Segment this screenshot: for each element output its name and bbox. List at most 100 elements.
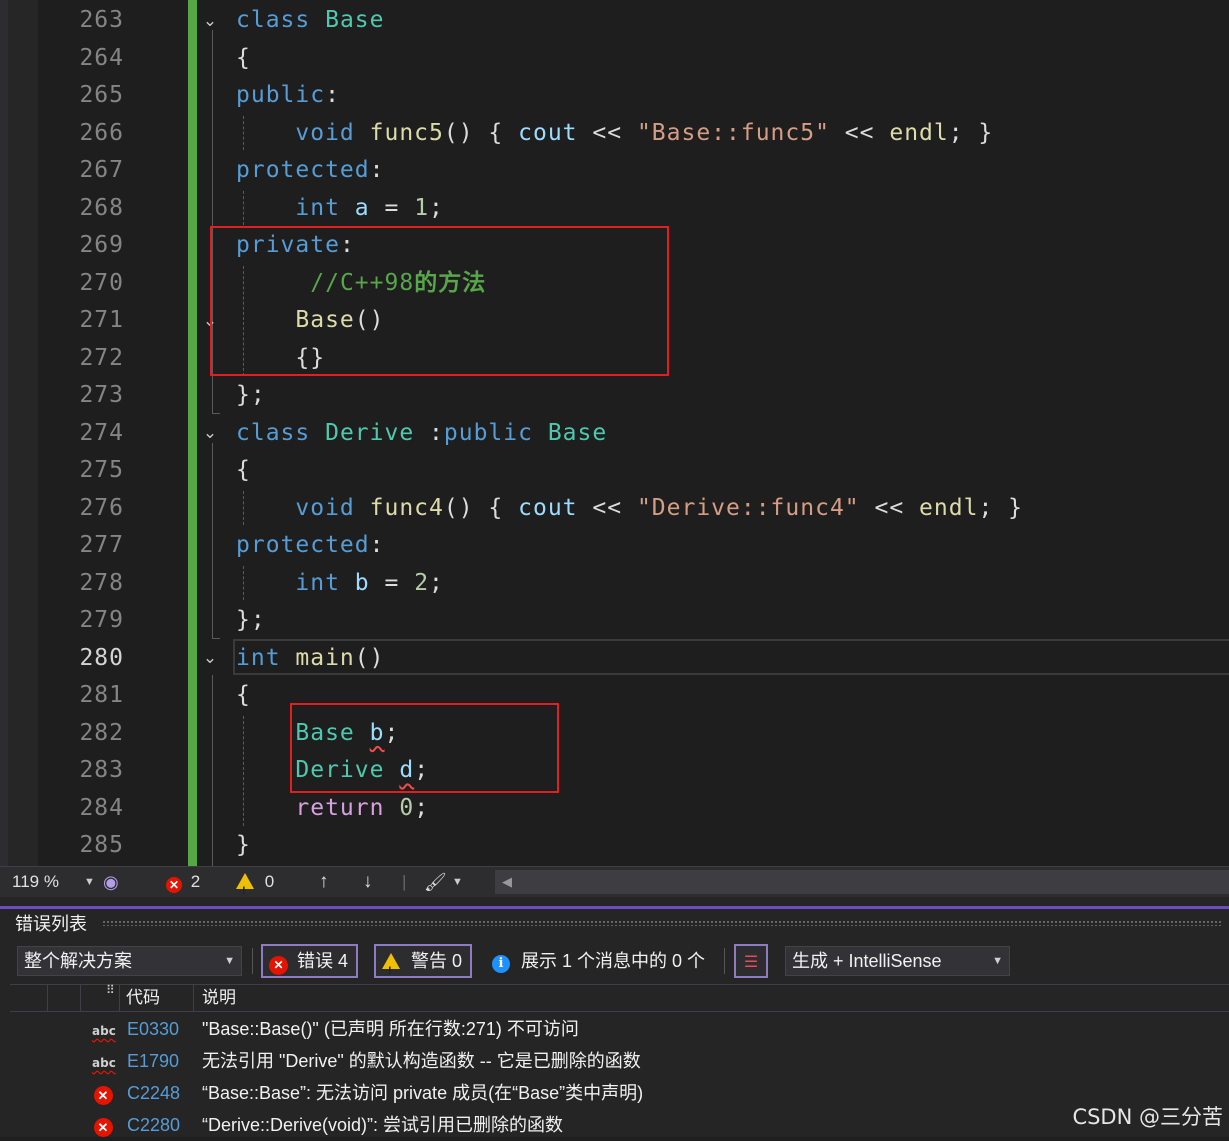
filter-toggle-button[interactable]: ☰ [734, 944, 768, 978]
column-code[interactable]: 代码 [126, 985, 160, 1011]
error-code-link[interactable]: C2248 [127, 1078, 180, 1109]
code-line[interactable]: { [236, 40, 251, 78]
error-code-link[interactable]: C2280 [127, 1110, 180, 1141]
line-number[interactable]: 266 [38, 115, 124, 153]
toolbar-separator [252, 948, 253, 974]
error-code-link[interactable]: E0330 [127, 1014, 179, 1045]
error-count-indicator[interactable]: ✕ 2 [166, 867, 200, 897]
next-issue-button[interactable]: ↓ [363, 867, 373, 897]
toolbar-separator [724, 948, 725, 974]
line-number[interactable]: 265 [38, 77, 124, 115]
horizontal-scrollbar[interactable] [495, 870, 1229, 894]
chevron-down-icon[interactable]: ⌄ [201, 12, 219, 30]
error-row[interactable]: abc E0330 "Base::Base()" (已声明 所在行数:271) 不可… [10, 1014, 1229, 1045]
code-line[interactable]: public: [236, 77, 340, 115]
line-number[interactable]: 267 [38, 152, 124, 190]
code-line[interactable]: }; [236, 602, 266, 640]
line-number[interactable]: 264 [38, 40, 124, 78]
column-separator[interactable] [80, 985, 81, 1011]
zoom-level[interactable]: 119 % [12, 867, 59, 897]
line-number[interactable]: 282 [38, 715, 124, 753]
errors-filter-label: 错误 4 [297, 951, 349, 971]
line-number[interactable]: 278 [38, 565, 124, 603]
code-line[interactable]: class Base [236, 2, 384, 40]
intellicode-icon[interactable]: ◉ [103, 867, 119, 897]
change-tracking-bar [188, 0, 197, 866]
line-number[interactable]: 283 [38, 752, 124, 790]
code-line[interactable]: } [236, 827, 251, 865]
code-line[interactable]: { [236, 677, 251, 715]
highlight-box-private-constructor [210, 226, 669, 376]
panel-title[interactable]: 错误列表 [15, 912, 87, 936]
line-number[interactable]: 281 [38, 677, 124, 715]
previous-issue-button[interactable]: ↑ [319, 867, 329, 897]
line-number[interactable]: 276 [38, 490, 124, 528]
line-number[interactable]: 284 [38, 790, 124, 828]
line-number[interactable]: 270 [38, 265, 124, 303]
warning-count-indicator[interactable]: ! 0 [236, 867, 274, 897]
line-number[interactable]: 280 [38, 640, 124, 678]
code-line[interactable]: { [236, 452, 251, 490]
code-line[interactable]: int a = 1; [236, 190, 444, 228]
zoom-dropdown-icon[interactable]: ▼ [84, 867, 95, 897]
code-line[interactable]: void func5() { cout << "Base::func5" << … [236, 115, 993, 153]
code-line[interactable]: int b = 2; [236, 565, 444, 603]
scroll-left-icon[interactable]: ◀ [502, 867, 512, 897]
line-number[interactable]: 269 [38, 227, 124, 265]
error-count: 2 [190, 872, 201, 891]
line-number[interactable]: 285 [38, 827, 124, 865]
warnings-filter-button[interactable]: ! 警告 0 [374, 944, 473, 978]
code-line[interactable]: protected: [236, 527, 384, 565]
error-circle-icon: ✕ [92, 1110, 114, 1141]
source-dropdown[interactable]: 生成 + IntelliSense ▼ [785, 946, 1010, 976]
code-line[interactable]: int main() [236, 640, 384, 678]
warning-count: 0 [264, 872, 275, 891]
code-line[interactable]: }; [236, 377, 266, 415]
line-number[interactable]: 271 [38, 302, 124, 340]
line-number[interactable]: 268 [38, 190, 124, 228]
column-separator[interactable] [193, 985, 194, 1011]
line-number[interactable]: 273 [38, 377, 124, 415]
code-token: ; [429, 194, 444, 221]
chevron-down-icon[interactable]: ⌄ [201, 649, 219, 667]
line-number[interactable]: 272 [38, 340, 124, 378]
code-token: endl [919, 494, 979, 521]
code-editor[interactable]: 263 264 265 266 267 268 269 270 271 272 273 274 275 2… [0, 0, 1229, 866]
code-token: endl [889, 119, 949, 146]
warnings-filter-label: 警告 0 [411, 951, 463, 971]
error-code-link[interactable]: E1790 [127, 1046, 179, 1077]
editor-status-bar: 119 % ▼ ◉ ✕ 2 ! 0 ↑ ↓ | 🖌 ▼ ◀ [0, 866, 1229, 897]
line-number[interactable]: 263 [38, 2, 124, 40]
editor-glyph-margin[interactable] [8, 0, 38, 866]
panel-grip[interactable] [102, 920, 1222, 926]
column-separator[interactable] [47, 985, 48, 1011]
line-number[interactable]: 275 [38, 452, 124, 490]
errors-filter-button[interactable]: ✕ 错误 4 [261, 944, 359, 978]
panel-accent-line [0, 906, 1229, 909]
brush-icon[interactable]: 🖌 [424, 867, 447, 897]
column-description[interactable]: 说明 [202, 985, 236, 1011]
code-line[interactable]: return 0; [236, 790, 429, 828]
error-circle-icon: ✕ [269, 956, 288, 975]
column-separator[interactable] [119, 985, 120, 1011]
column-options-icon[interactable]: ⠿ [106, 983, 115, 997]
code-token: Base [325, 7, 385, 33]
messages-filter-button[interactable]: i 展示 1 个消息中的 0 个 [492, 948, 705, 974]
code-token: int [236, 644, 296, 671]
chevron-down-icon[interactable]: ⌄ [201, 424, 219, 442]
code-line[interactable]: void func4() { cout << "Derive::func4" <… [236, 490, 1023, 528]
line-number[interactable]: 274 [38, 415, 124, 453]
scope-dropdown[interactable]: 整个解决方案 ▼ [17, 946, 242, 976]
line-number[interactable]: 279 [38, 602, 124, 640]
error-row[interactable]: ✕ C2248 “Base::Base”: 无法访问 private 成员(在“Ba… [10, 1078, 1229, 1109]
error-row[interactable]: ✕ C2280 “Derive::Derive(void)”: 尝试引用已删除的函数 [10, 1110, 1229, 1141]
watermark: CSDN @三分苦 [1072, 1105, 1223, 1129]
code-line[interactable]: protected: [236, 152, 384, 190]
code-line[interactable]: class Derive :public Base [236, 415, 607, 453]
error-row[interactable]: abc E1790 无法引用 "Derive" 的默认构造函数 -- 它是已删除的函… [10, 1046, 1229, 1077]
line-number[interactable]: 277 [38, 527, 124, 565]
chevron-down-icon[interactable]: ▼ [452, 867, 463, 897]
